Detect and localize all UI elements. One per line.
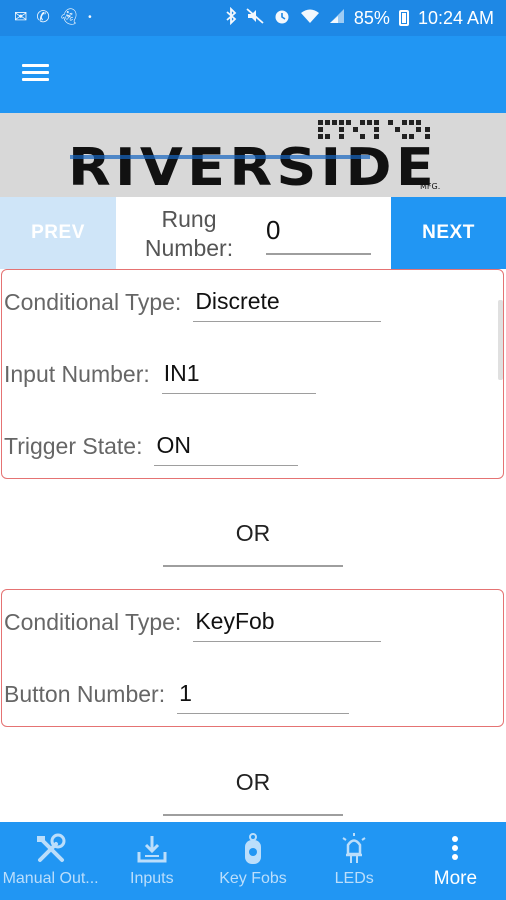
battery-percent: 85%	[353, 7, 390, 28]
nav-key-fobs[interactable]: Key Fobs	[202, 822, 303, 900]
wifi-icon	[300, 8, 320, 28]
trigger-state-label: Trigger State:	[4, 433, 143, 459]
key-fob-icon	[234, 832, 272, 866]
nav-more[interactable]: More	[405, 822, 506, 900]
or-underline	[163, 565, 343, 567]
button-number-row: Button Number: 1	[4, 674, 350, 714]
next-button[interactable]: NEXT	[391, 197, 506, 269]
conditional-type-row: Conditional Type: KeyFob	[4, 602, 382, 642]
conditional-type-field[interactable]: Discrete	[193, 282, 382, 322]
screen: ✉ ✆ 👻︎ • 85% 10:24 AM RIVERSIDE MFG. PRE…	[0, 0, 506, 900]
app-bar	[0, 36, 506, 113]
logo-suffix: MFG.	[420, 182, 440, 191]
trigger-state-field[interactable]: ON	[154, 426, 299, 466]
dot-icon: •	[88, 12, 92, 23]
or-underline	[163, 814, 343, 816]
input-number-label: Input Number:	[4, 361, 150, 387]
nav-inputs[interactable]: Inputs	[101, 822, 202, 900]
alarm-icon	[273, 7, 291, 29]
status-right-icons: 85% 10:24 AM	[225, 6, 494, 29]
nav-leds[interactable]: LEDs	[304, 822, 405, 900]
nav-label: LEDs	[334, 870, 374, 887]
email-icon: ✉	[14, 9, 28, 26]
call-icon: ✆	[36, 9, 50, 26]
nav-label: Inputs	[130, 870, 174, 887]
or-label: OR	[235, 769, 271, 795]
mute-icon	[246, 7, 264, 29]
or-label: OR	[235, 520, 271, 546]
input-number-field[interactable]: IN1	[161, 354, 316, 394]
riverside-logo: RIVERSIDE MFG.	[68, 120, 440, 198]
hamburger-menu-icon[interactable]	[22, 60, 58, 90]
conditional-type-field[interactable]: KeyFob	[193, 602, 382, 642]
nav-label: Key Fobs	[219, 870, 287, 887]
button-number-label: Button Number:	[4, 681, 166, 707]
rung-number-input[interactable]: 0	[266, 211, 371, 255]
prev-button[interactable]: PREV	[0, 197, 116, 269]
or-separator: OR	[163, 520, 343, 567]
snapchat-icon: 👻︎	[58, 9, 80, 26]
conditional-type-label: Conditional Type:	[4, 609, 182, 635]
bluetooth-icon	[225, 6, 237, 29]
battery-icon	[398, 10, 409, 26]
nav-manual-outputs[interactable]: Manual Out...	[0, 822, 101, 900]
rung-number-label: Rung Number:	[144, 206, 234, 261]
input-number-row: Input Number: IN1	[4, 354, 316, 394]
tools-icon	[32, 832, 70, 866]
trigger-state-row: Trigger State: ON	[4, 426, 299, 466]
logo-wordmark: RIVERSIDE	[68, 138, 438, 197]
button-number-field[interactable]: 1	[177, 674, 350, 714]
conditional-type-row: Conditional Type: Discrete	[4, 282, 382, 322]
rung-navigator: PREV Rung Number: 0 NEXT	[0, 197, 506, 269]
scrollbar[interactable]	[498, 300, 503, 380]
condition-card: Conditional Type: KeyFob Button Number: …	[1, 589, 504, 727]
conditional-type-label: Conditional Type:	[4, 289, 182, 315]
nav-label: More	[433, 868, 478, 889]
signal-icon	[329, 8, 345, 28]
more-vertical-icon	[436, 832, 474, 866]
bottom-navigation: Manual Out... Inputs Key Fobs LEDs More	[0, 822, 506, 900]
or-separator: OR	[163, 769, 343, 816]
brand-banner: RIVERSIDE MFG.	[0, 113, 506, 198]
led-bulb-icon	[335, 832, 373, 866]
status-bar: ✉ ✆ 👻︎ • 85% 10:24 AM	[0, 0, 506, 36]
nav-label: Manual Out...	[2, 870, 99, 887]
condition-card: Conditional Type: Discrete Input Number:…	[1, 269, 504, 479]
download-tray-icon	[133, 832, 171, 866]
clock: 10:24 AM	[417, 7, 494, 28]
status-left-icons: ✉ ✆ 👻︎ •	[14, 10, 92, 26]
